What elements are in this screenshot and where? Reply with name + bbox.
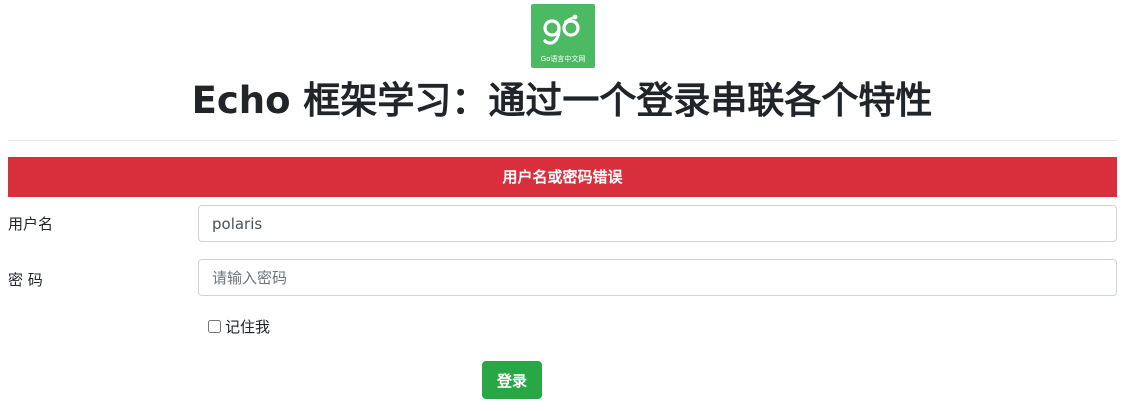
login-button[interactable]: 登录 <box>482 361 542 399</box>
page-title: Echo 框架学习：通过一个登录串联各个特性 <box>191 79 933 122</box>
error-alert: 用户名或密码错误 <box>8 157 1117 197</box>
header-divider <box>8 140 1117 141</box>
logo-caption: Go语言中文网 <box>540 55 586 63</box>
remember-me-checkbox[interactable] <box>208 320 221 333</box>
site-logo: Go语言中文网 <box>531 4 595 68</box>
username-input[interactable] <box>198 205 1117 242</box>
password-input[interactable] <box>198 259 1117 296</box>
password-label: 密 码 <box>8 271 43 289</box>
username-label: 用户名 <box>8 215 54 233</box>
remember-me[interactable]: 记住我 <box>208 316 270 337</box>
remember-me-label: 记住我 <box>225 318 271 336</box>
